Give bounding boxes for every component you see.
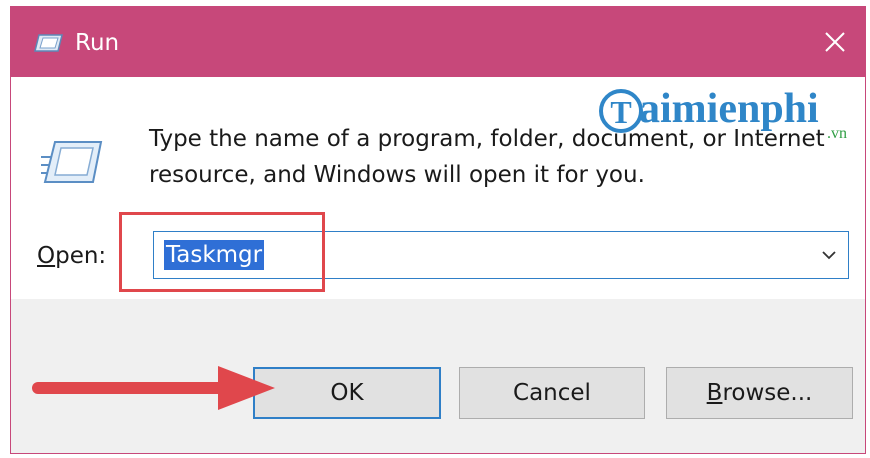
close-button[interactable] (805, 7, 865, 77)
open-label-accel: O (37, 243, 56, 269)
chevron-down-icon[interactable] (820, 246, 838, 264)
dialog-description: Type the name of a program, folder, docu… (149, 121, 839, 193)
ok-button[interactable]: OK (253, 367, 441, 419)
open-label: Open: (37, 241, 106, 271)
annotation-highlight-box (119, 212, 325, 292)
run-app-icon (34, 34, 63, 52)
close-icon (825, 32, 845, 52)
run-program-icon (41, 141, 103, 183)
browse-accel: B (706, 380, 723, 406)
browse-rest: rowse... (722, 380, 813, 406)
annotation-arrow-icon (32, 366, 275, 410)
window-title: Run (75, 30, 120, 56)
description-line-1: Type the name of a program, folder, docu… (149, 126, 825, 152)
cancel-button[interactable]: Cancel (459, 367, 645, 419)
browse-button[interactable]: Browse... (666, 367, 853, 419)
open-label-rest: pen: (55, 243, 107, 269)
description-line-2: resource, and Windows will open it for y… (149, 162, 645, 188)
title-bar[interactable]: Run (11, 7, 865, 77)
